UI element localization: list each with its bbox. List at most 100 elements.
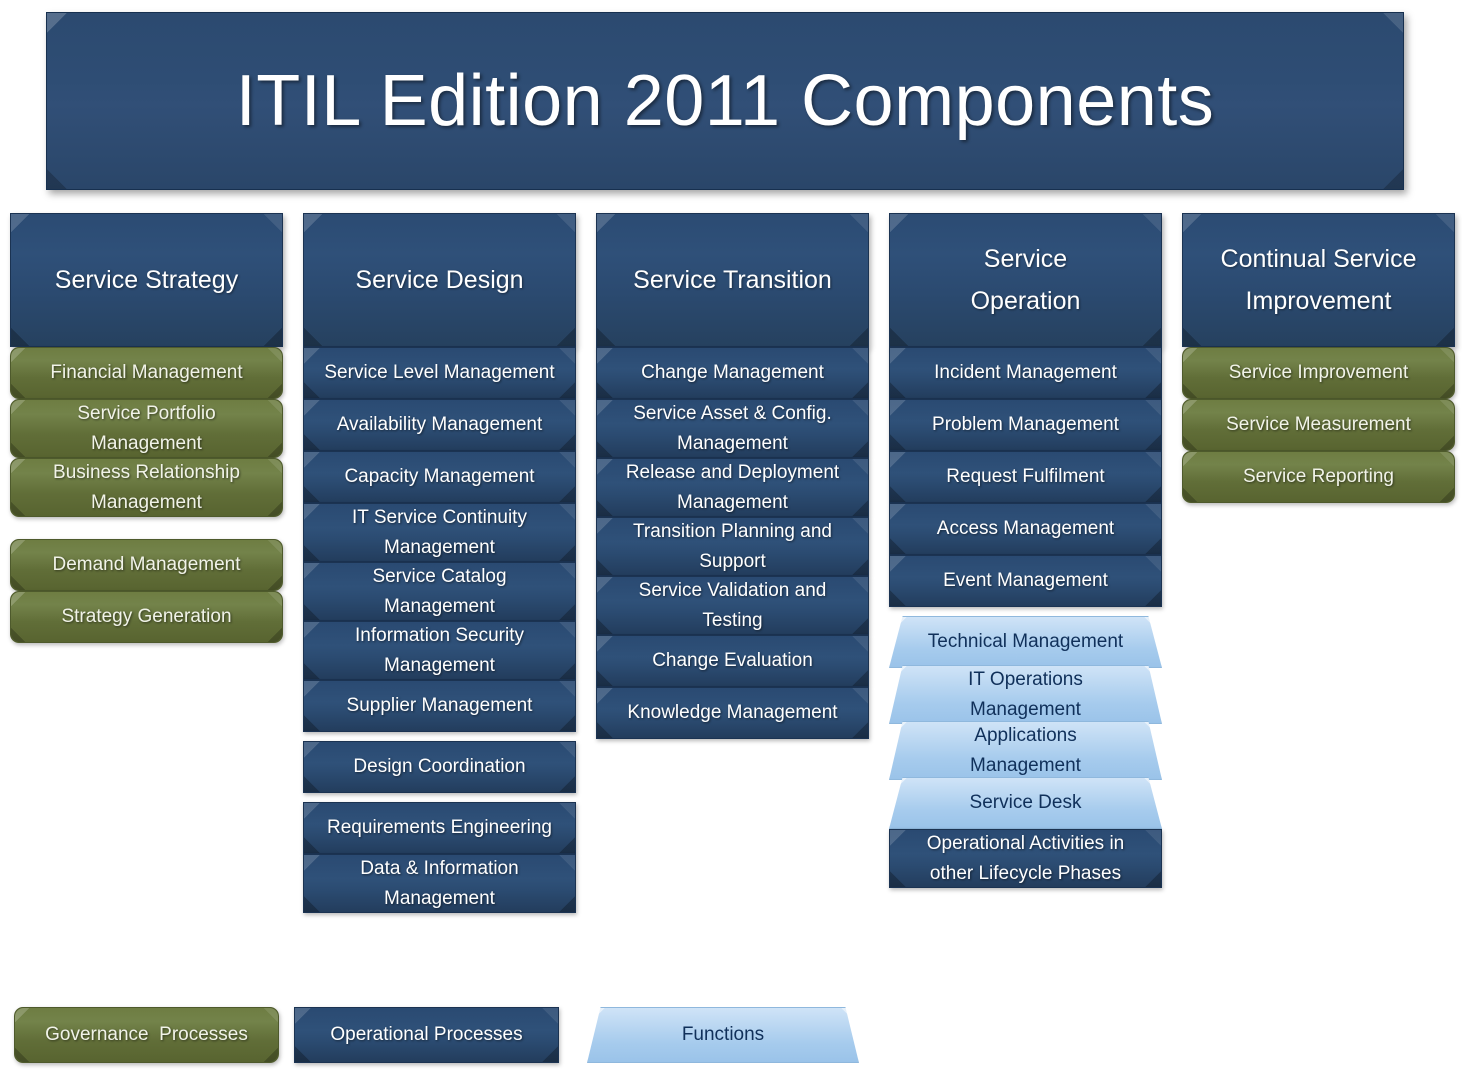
phase-header-label: Service Transition xyxy=(633,266,832,294)
process-box-applications-management[interactable]: Applications Management xyxy=(889,721,1162,780)
diagram-title-banner: ITIL Edition 2011 Components xyxy=(46,12,1404,190)
process-box-label: Financial Management xyxy=(50,362,243,384)
process-box-label: Service Level Management xyxy=(324,362,555,384)
process-box-label: Request Fulfilment xyxy=(946,466,1105,488)
process-box-label: Data & Information Management xyxy=(360,858,519,909)
process-box-financial-management[interactable]: Financial Management xyxy=(10,347,283,399)
process-box-business-relationship-management[interactable]: Business Relationship Management xyxy=(10,458,283,517)
process-group: Technical Management IT Operations Manage… xyxy=(889,616,1162,829)
process-group: Financial Management Service Portfolio Ma… xyxy=(10,347,283,517)
process-box-change-management[interactable]: Change Management xyxy=(596,347,869,399)
process-box-service-catalog-management[interactable]: Service Catalog Management xyxy=(303,562,576,621)
process-box-service-reporting[interactable]: Service Reporting xyxy=(1182,451,1455,503)
itil-diagram-canvas: ITIL Edition 2011 Components Service Str… xyxy=(0,0,1462,1077)
process-box-service-validation-and-testing[interactable]: Service Validation and Testing xyxy=(596,576,869,635)
process-box-label: Change Evaluation xyxy=(652,650,813,672)
process-group: Change Management Service Asset & Config.… xyxy=(596,347,869,739)
process-box-service-portfolio-management[interactable]: Service Portfolio Management xyxy=(10,399,283,458)
process-box-label: Availability Management xyxy=(336,414,543,436)
process-box-label: Service Portfolio Management xyxy=(77,403,216,454)
process-box-label: Design Coordination xyxy=(353,756,526,778)
process-box-demand-management[interactable]: Demand Management xyxy=(10,539,283,591)
process-box-service-improvement[interactable]: Service Improvement xyxy=(1182,347,1455,399)
process-box-capacity-management[interactable]: Capacity Management xyxy=(303,451,576,503)
process-box-label: Requirements Engineering xyxy=(327,817,552,839)
process-box-service-level-management[interactable]: Service Level Management xyxy=(303,347,576,399)
phase-header-label: Continual Service Improvement xyxy=(1220,245,1417,315)
process-box-operational-activities-in-other-lifecycle-phases[interactable]: Operational Activities in other Lifecycl… xyxy=(889,829,1162,888)
process-box-access-management[interactable]: Access Management xyxy=(889,503,1162,555)
process-box-label: Demand Management xyxy=(52,554,241,576)
process-box-knowledge-management[interactable]: Knowledge Management xyxy=(596,687,869,739)
phase-header-service-strategy[interactable]: Service Strategy xyxy=(10,213,283,347)
legend: Governance Processes Operational Process… xyxy=(0,1003,1462,1073)
process-box-label: Service Catalog Management xyxy=(372,566,507,617)
process-box-it-service-continuity-management[interactable]: IT Service Continuity Management xyxy=(303,503,576,562)
process-box-label: Incident Management xyxy=(934,362,1117,384)
process-box-service-desk[interactable]: Service Desk xyxy=(889,777,1162,829)
process-box-label: Applications Management xyxy=(970,725,1081,776)
process-box-label: Service Improvement xyxy=(1228,362,1409,384)
phase-header-label: Service Strategy xyxy=(54,266,239,294)
lifecycle-column-service-transition: Service Transition Change Management Servi… xyxy=(596,213,869,739)
process-group: Service Level Management Availability Man… xyxy=(303,347,576,732)
process-group: Demand Management Strategy Generation xyxy=(10,539,283,643)
process-box-service-asset-config-management[interactable]: Service Asset & Config. Management xyxy=(596,399,869,458)
phase-header-continual-service-improvement[interactable]: Continual Service Improvement xyxy=(1182,213,1455,347)
process-box-label: Release and Deployment Management xyxy=(625,462,840,513)
process-group: Requirements Engineering Data & Informati… xyxy=(303,802,576,913)
process-box-request-fulfilment[interactable]: Request Fulfilment xyxy=(889,451,1162,503)
process-box-label: Transition Planning and Support xyxy=(633,521,832,572)
process-box-label: Information Security Management xyxy=(355,625,524,676)
page-title: ITIL Edition 2011 Components xyxy=(235,61,1215,141)
process-box-availability-management[interactable]: Availability Management xyxy=(303,399,576,451)
phase-header-label: Service Design xyxy=(355,266,524,294)
legend-item-operational-processes: Operational Processes xyxy=(294,1007,559,1063)
process-box-design-coordination[interactable]: Design Coordination xyxy=(303,741,576,793)
process-box-release-and-deployment-management[interactable]: Release and Deployment Management xyxy=(596,458,869,517)
phase-header-service-design[interactable]: Service Design xyxy=(303,213,576,347)
phase-header-service-transition[interactable]: Service Transition xyxy=(596,213,869,347)
legend-item-functions: Functions xyxy=(587,1007,859,1063)
process-box-label: Strategy Generation xyxy=(61,606,232,628)
process-group: Operational Activities in other Lifecycl… xyxy=(889,829,1162,888)
process-box-service-measurement[interactable]: Service Measurement xyxy=(1182,399,1455,451)
legend-functions-label: Functions xyxy=(681,1024,765,1045)
lifecycle-column-continual-service-improvement: Continual Service Improvement Service Imp… xyxy=(1182,213,1455,503)
process-box-supplier-management[interactable]: Supplier Management xyxy=(303,680,576,732)
process-box-information-security-management[interactable]: Information Security Management xyxy=(303,621,576,680)
process-box-label: IT Operations Management xyxy=(968,669,1083,720)
process-box-label: Business Relationship Management xyxy=(53,462,240,513)
process-box-label: Service Measurement xyxy=(1226,414,1411,436)
process-box-strategy-generation[interactable]: Strategy Generation xyxy=(10,591,283,643)
process-group: Incident Management Problem Management Req… xyxy=(889,347,1162,607)
process-box-incident-management[interactable]: Incident Management xyxy=(889,347,1162,399)
lifecycle-column-service-strategy: Service Strategy Financial Management Serv… xyxy=(10,213,283,643)
process-box-requirements-engineering[interactable]: Requirements Engineering xyxy=(303,802,576,854)
lifecycle-column-service-operation: Service Operation Incident Management Prob… xyxy=(889,213,1162,888)
process-box-label: Service Reporting xyxy=(1242,466,1395,488)
process-box-label: IT Service Continuity Management xyxy=(352,507,527,558)
legend-operational-label: Operational Processes xyxy=(330,1024,523,1045)
phase-header-label: Service Operation xyxy=(970,245,1081,315)
process-box-label: Service Validation and Testing xyxy=(638,580,827,631)
process-box-data-information-management[interactable]: Data & Information Management xyxy=(303,854,576,913)
process-box-label: Change Management xyxy=(641,362,824,384)
process-box-it-operations-management[interactable]: IT Operations Management xyxy=(889,665,1162,724)
legend-item-governance-processes: Governance Processes xyxy=(14,1007,279,1063)
process-box-label: Event Management xyxy=(943,570,1108,592)
process-box-label: Operational Activities in other Lifecycl… xyxy=(926,833,1125,884)
process-box-change-evaluation[interactable]: Change Evaluation xyxy=(596,635,869,687)
process-box-label: Access Management xyxy=(936,518,1115,540)
process-box-transition-planning-and-support[interactable]: Transition Planning and Support xyxy=(596,517,869,576)
lifecycle-column-service-design: Service Design Service Level Management Av… xyxy=(303,213,576,913)
process-box-event-management[interactable]: Event Management xyxy=(889,555,1162,607)
process-box-technical-management[interactable]: Technical Management xyxy=(889,616,1162,668)
process-box-label: Supplier Management xyxy=(346,695,533,717)
process-box-problem-management[interactable]: Problem Management xyxy=(889,399,1162,451)
process-box-label: Knowledge Management xyxy=(627,702,838,724)
process-box-label: Technical Management xyxy=(927,631,1124,653)
phase-header-service-operation[interactable]: Service Operation xyxy=(889,213,1162,347)
process-box-label: Service Desk xyxy=(969,792,1082,814)
process-box-label: Capacity Management xyxy=(344,466,535,488)
